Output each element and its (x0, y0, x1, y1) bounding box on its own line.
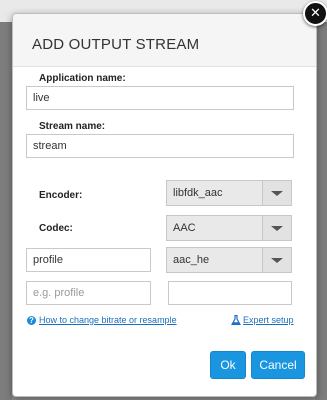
cancel-button[interactable]: Cancel (251, 351, 305, 379)
stream-name-input[interactable]: stream (26, 134, 294, 158)
codec-value: AAC (173, 222, 196, 234)
parameter-name-input[interactable]: profile (26, 248, 151, 272)
parameter-value-input-empty[interactable] (168, 281, 292, 305)
expert-setup-link[interactable]: Expert setup (243, 315, 294, 325)
parameter-name-input-empty[interactable]: e.g. profile (26, 281, 151, 305)
dialog-title: ADD OUTPUT STREAM (32, 36, 200, 53)
dialog-header: ADD OUTPUT STREAM (13, 14, 316, 67)
application-name-label: Application name: (39, 73, 126, 84)
chevron-down-icon (271, 226, 283, 231)
flask-icon (231, 315, 241, 325)
codec-select[interactable]: AAC (166, 215, 292, 241)
ok-button[interactable]: Ok (210, 351, 246, 379)
encoder-dropdown-toggle[interactable] (262, 181, 291, 205)
bitrate-help-link[interactable]: How to change bitrate or resample (39, 315, 177, 325)
application-name-input[interactable]: live (26, 86, 294, 110)
stream-name-label: Stream name: (39, 121, 106, 132)
parameter-dropdown-toggle[interactable] (262, 248, 291, 272)
chevron-down-icon (271, 191, 283, 196)
chevron-down-icon (271, 258, 283, 263)
help-icon: ? (27, 316, 36, 325)
encoder-value: libfdk_aac (173, 187, 223, 199)
add-output-stream-dialog: ADD OUTPUT STREAM Application name: live… (12, 13, 317, 397)
parameter-value: aac_he (173, 254, 210, 266)
parameter-value-select[interactable]: aac_he (166, 247, 292, 273)
encoder-select[interactable]: libfdk_aac (166, 180, 292, 206)
close-icon[interactable]: ✕ (303, 1, 327, 26)
codec-dropdown-toggle[interactable] (262, 216, 291, 240)
background-overlay-left (0, 22, 12, 400)
codec-label: Codec: (39, 223, 73, 234)
encoder-label: Encoder: (39, 190, 83, 201)
